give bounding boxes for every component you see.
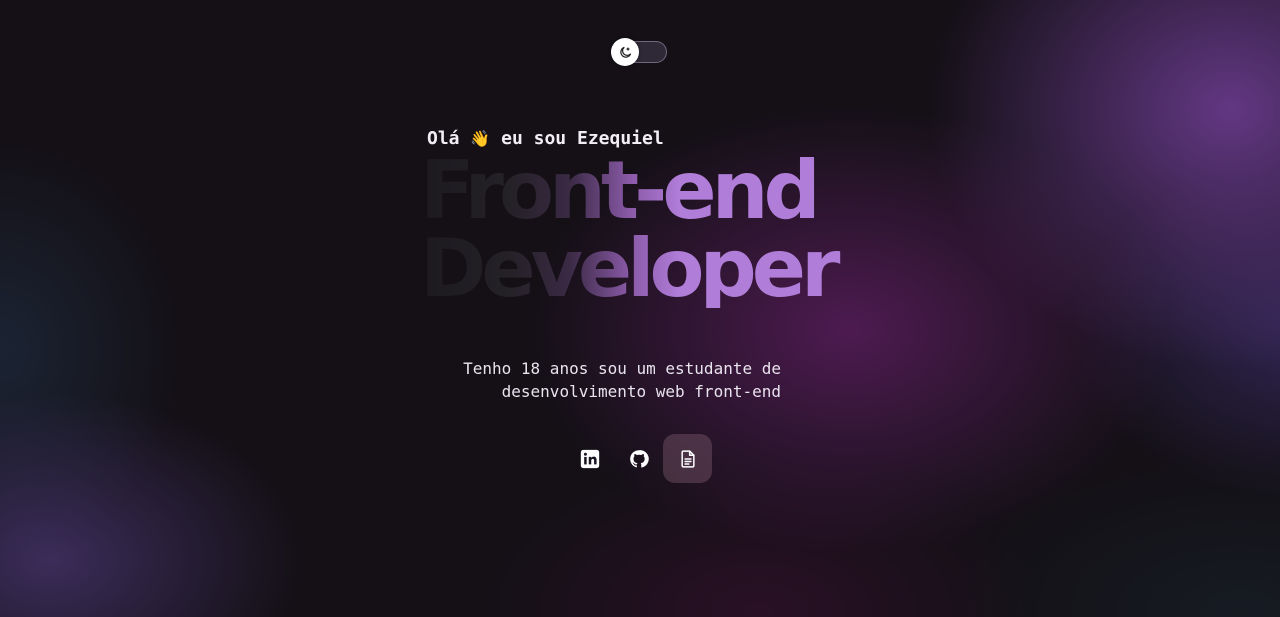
resume-link[interactable] (663, 434, 712, 483)
social-links (565, 434, 712, 483)
hero-bio-line-2: desenvolvimento web front-end (501, 382, 781, 401)
toggle-knob[interactable] (611, 38, 639, 66)
hero-bio: Tenho 18 anos sou um estudante de desenv… (420, 357, 781, 403)
theme-toggle[interactable] (611, 38, 667, 66)
hero-bio-line-1: Tenho 18 anos sou um estudante de (463, 359, 781, 378)
moon-icon (619, 46, 631, 58)
document-icon (680, 449, 695, 468)
github-icon (629, 449, 649, 468)
hero-title: Front-end Developer (420, 152, 880, 308)
linkedin-link[interactable] (565, 434, 614, 483)
hero-title-line-2: Developer (420, 222, 836, 315)
github-link[interactable] (614, 434, 663, 483)
hero-title-line-1: Front-end (420, 144, 816, 237)
linkedin-icon (580, 449, 599, 468)
